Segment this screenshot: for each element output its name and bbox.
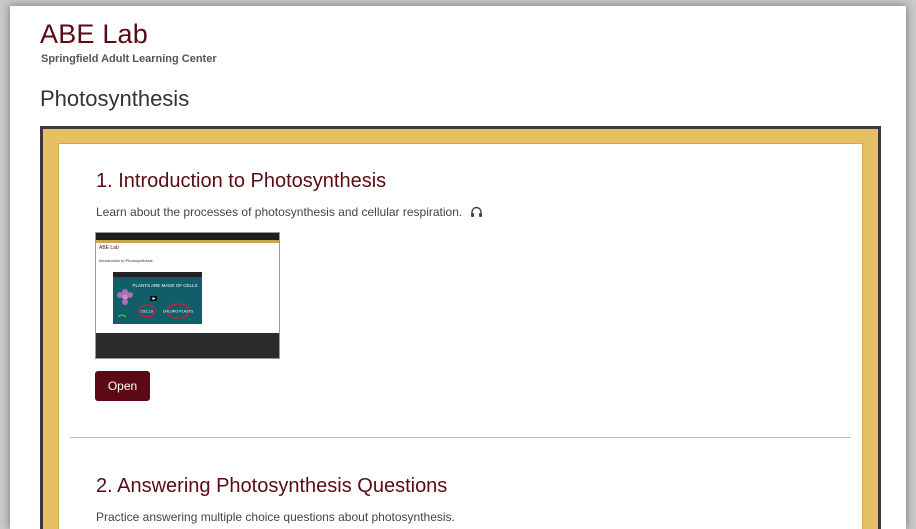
video-caption-3: CHLORO-PLASTS [163, 310, 194, 314]
browser-page: ABE Lab Springfield Adult Learning Cente… [10, 6, 906, 529]
lesson-card: 1. Introduction to Photosynthesis Learn … [58, 143, 863, 529]
lesson-1-title: 1. Introduction to Photosynthesis [96, 170, 387, 192]
lesson-frame-inner: 1. Introduction to Photosynthesis Learn … [43, 129, 878, 529]
video-caption-1: PLANTS ARE MADE OF CELLS [132, 283, 197, 288]
thumbnail-video-art: PLANTS ARE MADE OF CELLS CELLS CHLORO-PL… [117, 283, 198, 319]
thumbnail-navbar [96, 233, 279, 240]
lesson-1-description: Learn about the processes of photosynthe… [96, 205, 483, 221]
lesson-1-open-button[interactable]: Open [95, 371, 150, 401]
headphones-icon[interactable] [470, 206, 483, 221]
lesson-divider [70, 437, 851, 438]
thumbnail-subtitle [99, 251, 279, 255]
thumbnail-footer [96, 333, 279, 358]
lesson-2-description: Practice answering multiple choice quest… [96, 510, 455, 524]
video-caption-2: CELLS [141, 309, 154, 314]
thumbnail-video: PLANTS ARE MADE OF CELLS CELLS CHLORO-PL… [113, 272, 202, 324]
site-subtitle: Springfield Adult Learning Center [41, 53, 217, 65]
lesson-1-description-text: Learn about the processes of photosynthe… [96, 205, 463, 219]
page-title: Photosynthesis [40, 86, 190, 111]
site-title[interactable]: ABE Lab [40, 19, 148, 50]
lesson-1-thumbnail[interactable]: ABE Lab Introduction to Photosynthesis P… [95, 232, 280, 359]
thumbnail-lesson-title: Introduction to Photosynthesis [99, 258, 153, 263]
flower-icon [117, 289, 133, 305]
thumbnail-accent-bar [96, 240, 279, 243]
lesson-frame: 1. Introduction to Photosynthesis Learn … [40, 126, 881, 529]
lesson-2-title: 2. Answering Photosynthesis Questions [96, 475, 448, 497]
